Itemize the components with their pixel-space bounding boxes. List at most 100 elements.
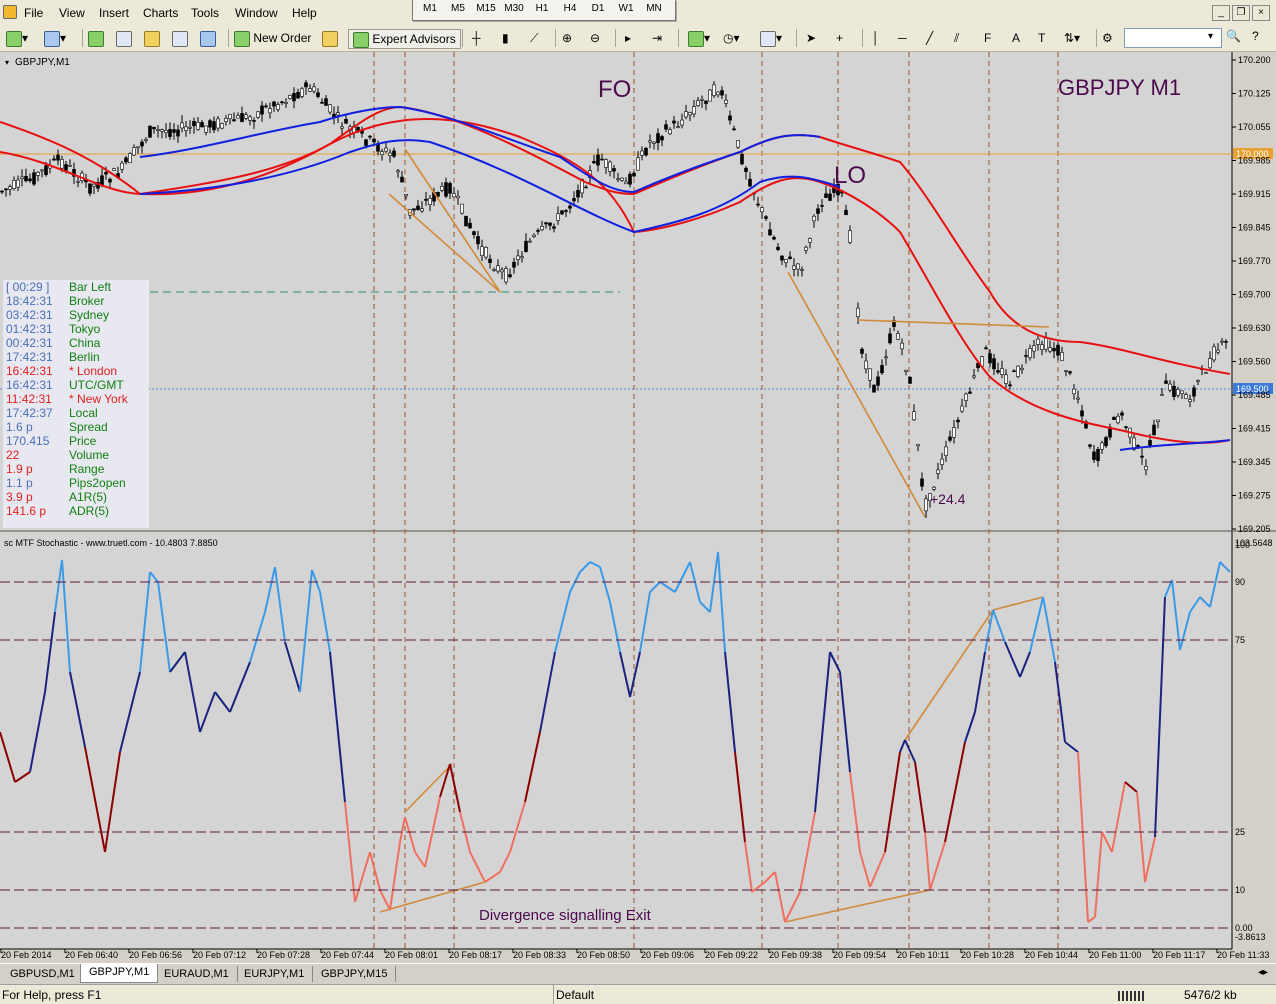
indicator-tick-label: 10 xyxy=(1235,885,1245,895)
menu-file[interactable]: File xyxy=(24,6,43,20)
tabs-scroll-icon[interactable]: ◂▸ xyxy=(1258,967,1268,978)
crosshair-nav-icon[interactable] xyxy=(116,29,132,47)
templates-icon[interactable]: ▾ xyxy=(760,29,782,47)
text-label-icon[interactable]: T xyxy=(1038,29,1045,47)
candle-body xyxy=(936,469,940,474)
menu-window[interactable]: Window xyxy=(235,6,278,20)
candle-body xyxy=(340,126,344,129)
candle-body xyxy=(760,207,764,213)
candle-body xyxy=(40,169,44,172)
candle-chart-icon[interactable]: ▮ xyxy=(502,29,509,47)
autoscroll-icon[interactable]: ▸ xyxy=(625,29,631,47)
tf-h1[interactable]: H1 xyxy=(529,3,555,14)
tf-m15[interactable]: M15 xyxy=(473,3,499,14)
zoom-out-icon[interactable]: ⊖ xyxy=(590,29,600,47)
candle-body xyxy=(404,194,408,197)
info-value: 17:42:37 xyxy=(6,406,53,420)
info-row: 11:42:31 * New York xyxy=(3,392,149,406)
tab-eurjpy-m1[interactable]: EURJPY,M1 xyxy=(236,966,314,982)
minimize-icon[interactable]: _ xyxy=(1212,5,1230,21)
menu-tools[interactable]: Tools xyxy=(191,6,219,20)
candle-body xyxy=(884,356,888,359)
new-chart-icon[interactable]: ▾ xyxy=(6,29,28,47)
candle-body xyxy=(816,208,820,214)
info-value: 11:42:31 xyxy=(6,392,52,406)
new-order-button[interactable]: New Order xyxy=(234,29,311,47)
indicators-icon[interactable]: ▾ xyxy=(688,29,710,47)
status-help: For Help, press F1 xyxy=(2,988,102,1002)
bar-chart-icon[interactable]: ┼ xyxy=(472,29,481,47)
help-icon[interactable]: ? xyxy=(1252,29,1259,43)
candle-body xyxy=(112,168,116,171)
expert-advisors-button[interactable]: Expert Advisors xyxy=(348,29,461,49)
candle-body xyxy=(200,122,204,128)
candle-body xyxy=(424,198,428,201)
close-icon[interactable]: × xyxy=(1252,5,1270,21)
menu-insert[interactable]: Insert xyxy=(99,6,129,20)
options-icon[interactable]: ⚙ xyxy=(1102,29,1113,47)
tf-m1[interactable]: M1 xyxy=(417,3,443,14)
tab-gbpjpy-m15[interactable]: GBPJPY,M15 xyxy=(313,966,397,982)
chart-big-title: GBPJPY M1 xyxy=(1058,75,1181,100)
tester-icon[interactable] xyxy=(200,29,216,47)
tab-gbpjpy-m1[interactable]: GBPJPY,M1 xyxy=(80,964,159,983)
candle-body xyxy=(8,186,12,190)
line-chart-icon[interactable]: ⟋ xyxy=(530,29,538,47)
chart-shift-icon[interactable]: ⇥ xyxy=(652,29,662,47)
candle-body xyxy=(676,126,680,128)
chart-window[interactable]: 170.000 169.500 170.200 170.125 170.055 169.… xyxy=(0,52,1276,962)
candle-body xyxy=(612,168,616,172)
periods-icon[interactable]: ◷▾ xyxy=(723,29,740,47)
vertical-line-icon[interactable]: │ xyxy=(872,29,880,47)
trendline-icon[interactable]: ╱ xyxy=(926,29,933,47)
text-tool-icon[interactable]: A xyxy=(1012,29,1020,47)
tf-m30[interactable]: M30 xyxy=(501,3,527,14)
tf-w1[interactable]: W1 xyxy=(613,3,639,14)
chart-canvas[interactable]: 170.000169.500 170.200170.125170.055169.… xyxy=(0,52,1276,962)
candle-body xyxy=(1168,383,1172,391)
tab-euraud-m1[interactable]: EURAUD,M1 xyxy=(156,966,238,982)
profiles-icon[interactable]: ▾ xyxy=(44,29,66,47)
candle-body xyxy=(176,129,180,137)
tf-m5[interactable]: M5 xyxy=(445,3,471,14)
time-tick-label: 20 Feb 08:33 xyxy=(513,950,566,960)
menu-charts[interactable]: Charts xyxy=(143,6,178,20)
candle-body xyxy=(384,147,388,152)
info-label: Local xyxy=(69,406,98,420)
restore-icon[interactable]: ❐ xyxy=(1232,5,1250,21)
tab-gbpusd-m1[interactable]: GBPUSD,M1 xyxy=(2,966,84,982)
candle-body xyxy=(616,178,620,181)
tf-d1[interactable]: D1 xyxy=(585,3,611,14)
zoom-in-icon[interactable]: ⊕ xyxy=(562,29,572,47)
candle-body xyxy=(672,120,676,124)
candle-body xyxy=(1140,455,1144,458)
tf-mn[interactable]: MN xyxy=(641,3,667,14)
menu-help[interactable]: Help xyxy=(292,6,317,20)
equidistant-channel-icon[interactable]: ⫽ xyxy=(954,29,959,47)
info-row: 170.415 Price xyxy=(3,434,149,448)
horizontal-line-icon[interactable]: ─ xyxy=(898,29,907,47)
indicator-tick-label: 25 xyxy=(1235,827,1245,837)
candle-body xyxy=(632,172,636,177)
terminal-icon[interactable] xyxy=(172,29,188,47)
arrows-icon[interactable]: ⇅▾ xyxy=(1064,29,1080,47)
candle-body xyxy=(1152,424,1156,436)
candle-body xyxy=(1068,371,1072,374)
menu-view[interactable]: View xyxy=(59,6,85,20)
search-dropdown-icon[interactable]: ▾ xyxy=(1208,31,1213,42)
candle-body xyxy=(464,215,468,227)
search-icon[interactable]: 🔍 xyxy=(1226,29,1241,43)
window-controls: _ ❐ × xyxy=(1210,4,1270,21)
candle-body xyxy=(172,129,176,133)
cursor-icon[interactable]: ➤ xyxy=(806,29,816,47)
candle-body xyxy=(452,193,456,198)
favorites-icon[interactable] xyxy=(144,29,160,47)
market-watch-icon[interactable] xyxy=(88,29,104,47)
info-label: Sydney xyxy=(69,308,110,322)
tf-h4[interactable]: H4 xyxy=(557,3,583,14)
fibonacci-icon[interactable]: F xyxy=(984,29,991,47)
candle-body xyxy=(1004,374,1008,384)
crosshair-icon[interactable]: + xyxy=(836,29,843,47)
candle-body xyxy=(320,101,324,104)
metaeditor-icon[interactable] xyxy=(322,29,338,47)
